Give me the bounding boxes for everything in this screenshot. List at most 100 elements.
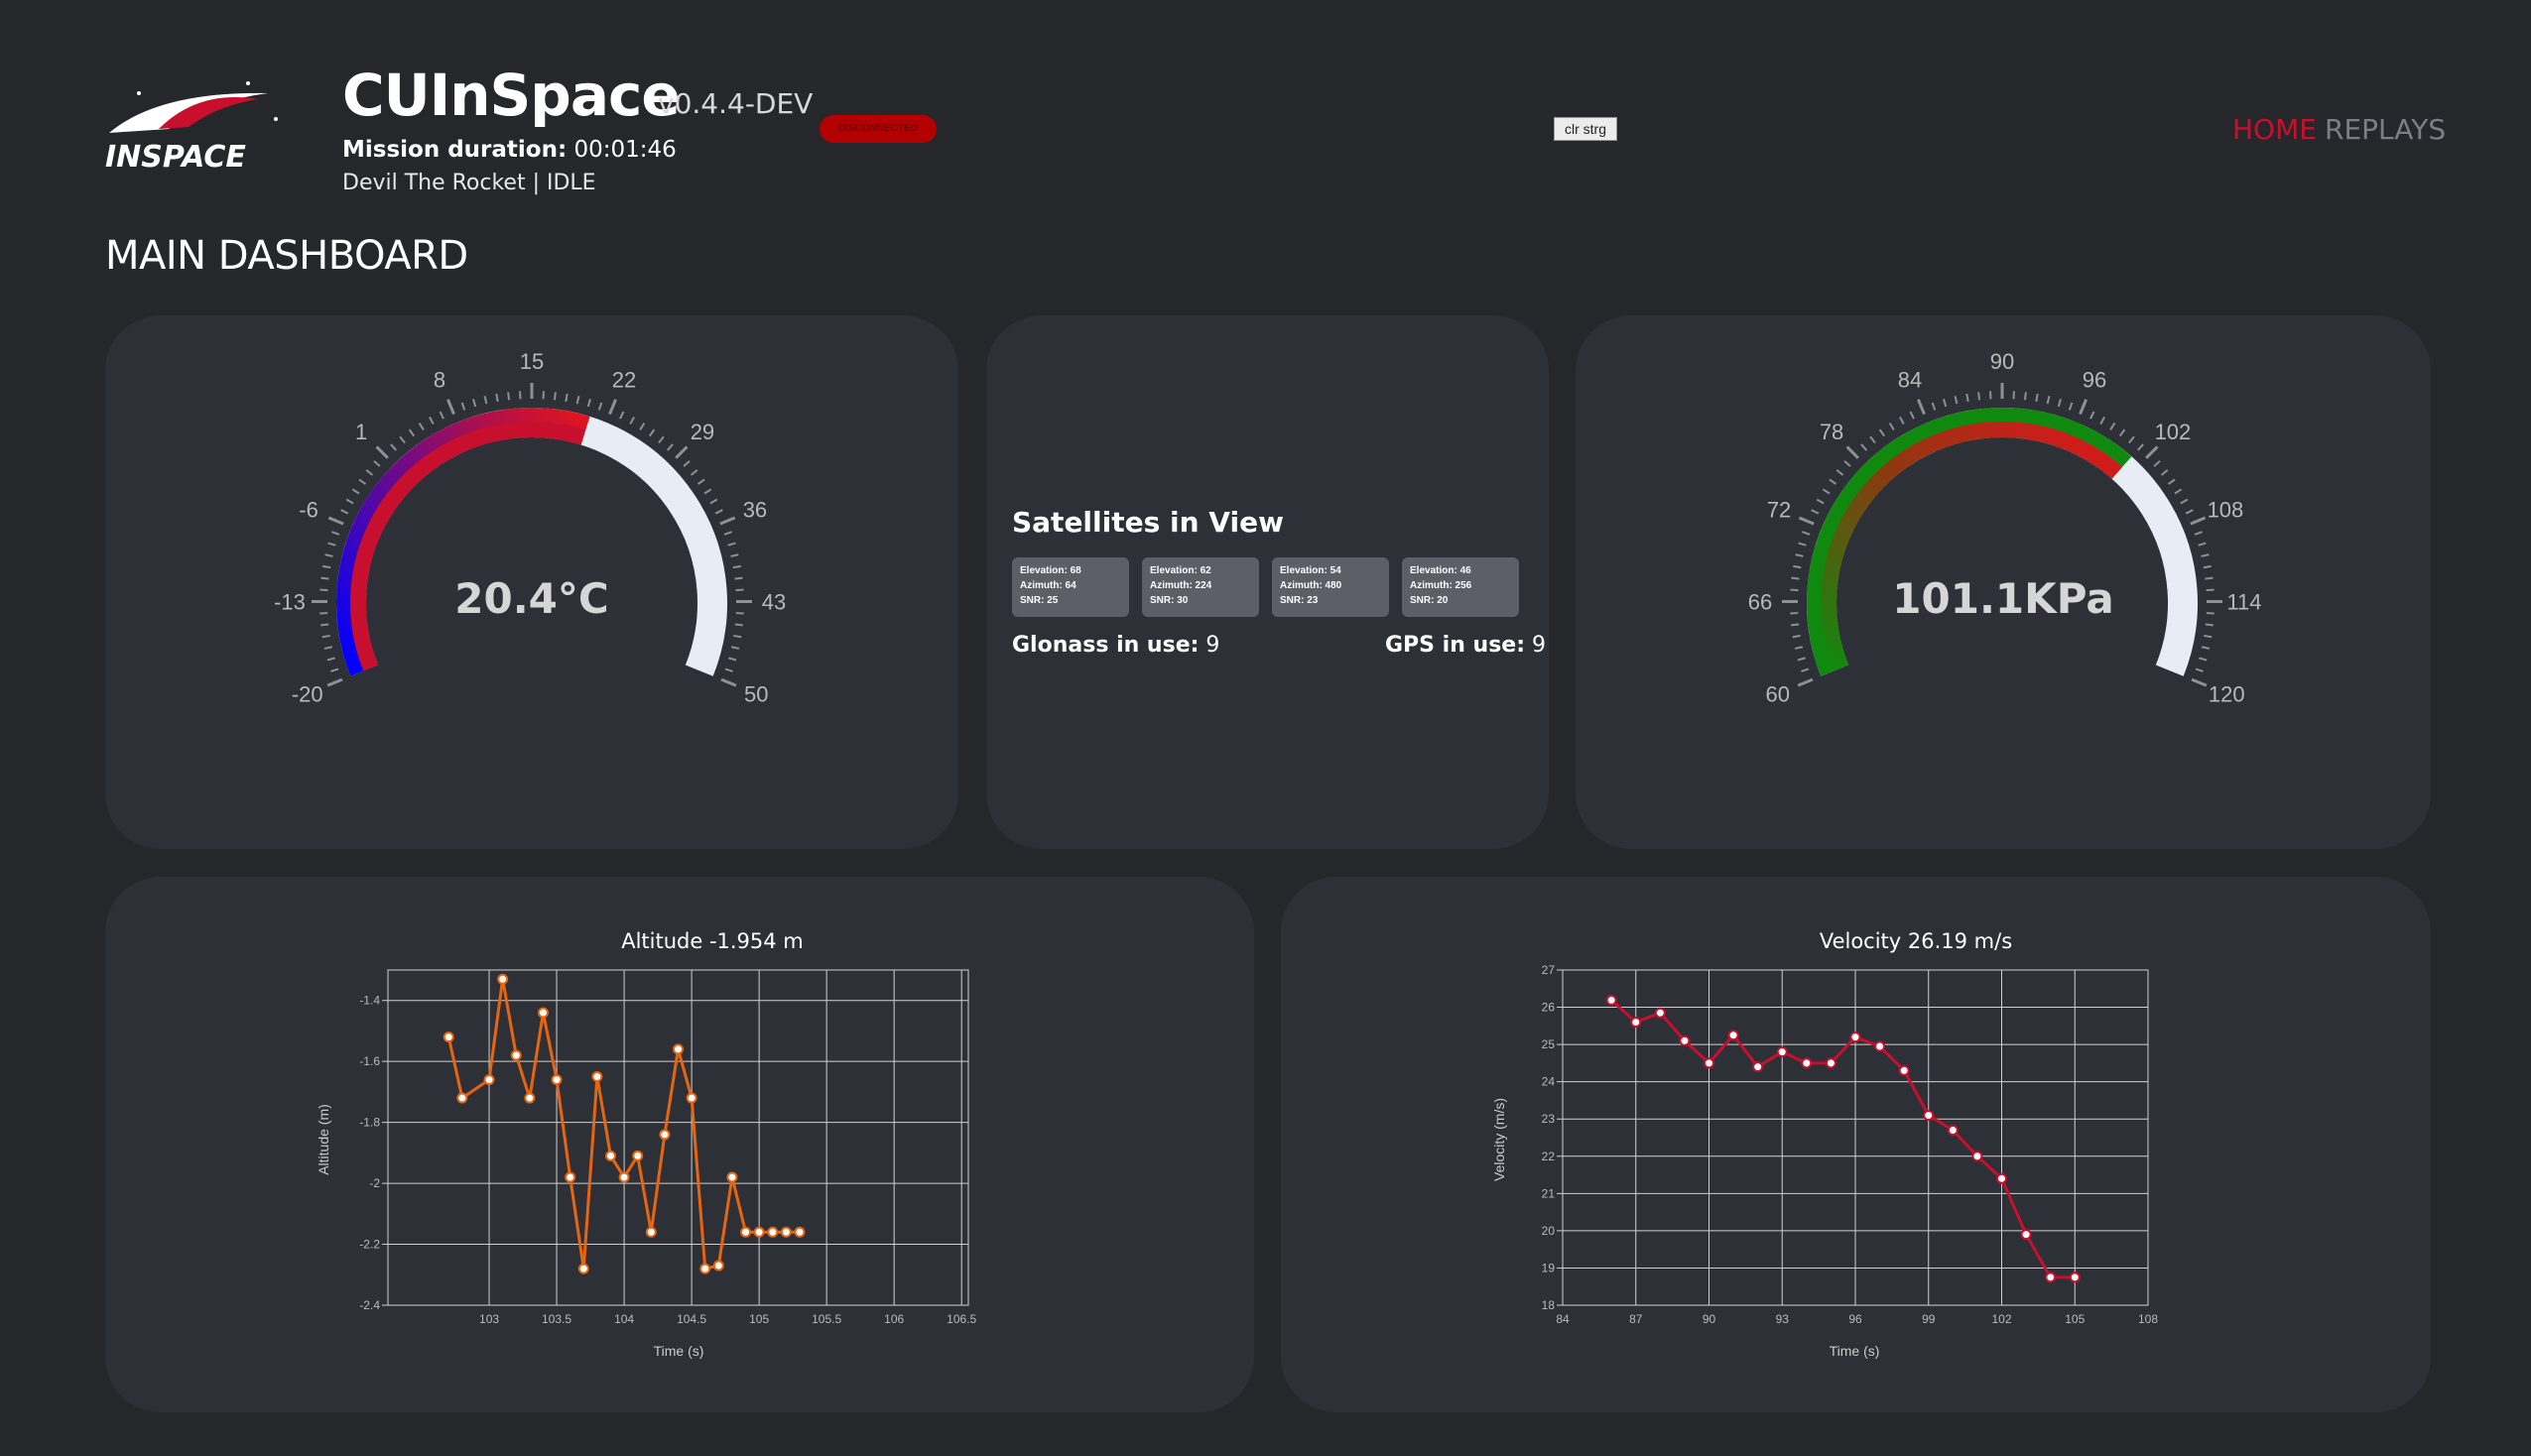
gauge-tick-label: 29 (691, 420, 714, 444)
satellite-elevation: Elevation: 54 (1280, 565, 1341, 576)
data-point (794, 1226, 806, 1238)
velocity-chart: Velocity 26.19 m/s Time (s) Velocity (m/… (1491, 929, 2158, 1359)
gauge-minor-tick (373, 460, 381, 467)
x-tick-label: 105 (749, 1312, 769, 1326)
y-tick-label: -1.6 (359, 1054, 380, 1068)
x-tick-label: 104.5 (677, 1312, 706, 1326)
y-tick-label: -2 (369, 1176, 380, 1190)
gauge-minor-tick (553, 392, 557, 401)
gauge-minor-tick (2068, 402, 2074, 411)
data-point (1704, 1057, 1714, 1069)
gauge-minor-tick (429, 416, 435, 425)
gauge-minor-tick (2023, 392, 2027, 401)
data-point (1947, 1124, 1959, 1136)
gauge-minor-tick (418, 422, 425, 430)
clear-storage-button[interactable]: clr strg (1554, 117, 1617, 141)
data-point (1996, 1172, 2007, 1184)
gauge-minor-tick (586, 399, 591, 408)
gauge-major-tick (608, 399, 617, 416)
mission-duration-label: Mission duration: (342, 137, 568, 163)
gauge-minor-tick (575, 396, 580, 405)
gauge-tick-label: 1 (355, 420, 367, 444)
gauge-minor-tick (2194, 531, 2203, 536)
data-point (1630, 1017, 1642, 1029)
temperature-value: 20.4°C (454, 574, 608, 623)
data-point (712, 1260, 724, 1272)
gauge-minor-tick (2201, 646, 2211, 650)
gauge-minor-tick (345, 498, 354, 505)
gauge-major-tick (719, 516, 736, 526)
satellite-item: Elevation: 62 Azimuth: 224 SNR: 30 (1142, 557, 1259, 617)
data-point (1679, 1034, 1691, 1046)
data-point (753, 1226, 765, 1238)
gauge-minor-tick (724, 667, 733, 672)
data-point (524, 1092, 536, 1104)
gauge-minor-tick (2099, 416, 2105, 425)
gauge-minor-tick (734, 623, 743, 627)
gauge-tick-label: 36 (743, 497, 767, 522)
gauge-tick-label: -6 (299, 497, 318, 522)
data-point (780, 1226, 792, 1238)
gauge-minor-tick (734, 576, 743, 580)
gps-value: 9 (1532, 633, 1547, 658)
gauge-minor-tick (2089, 411, 2095, 420)
gauge-minor-tick (439, 411, 444, 420)
gauge-minor-tick (1931, 402, 1937, 411)
gauge-minor-tick (730, 553, 739, 557)
gauge-minor-tick (1801, 667, 1810, 672)
x-tick-label: 103 (479, 1312, 499, 1326)
data-point (1752, 1061, 1764, 1073)
x-tick-label: 99 (1922, 1312, 1936, 1326)
data-point (726, 1171, 738, 1183)
data-point (537, 1007, 549, 1019)
gauge-minor-tick (483, 396, 488, 405)
gauge-tick-label: 43 (762, 589, 786, 614)
gauge-minor-tick (2035, 393, 2039, 403)
gauge-minor-tick (2199, 657, 2208, 662)
gauge-major-tick (2190, 516, 2207, 526)
gauge-minor-tick (320, 623, 329, 627)
y-tick-label: 21 (1542, 1186, 1556, 1200)
data-point (497, 973, 509, 985)
data-point (686, 1092, 697, 1104)
app-title: CUInSpace (342, 61, 681, 129)
gauge-minor-tick (565, 393, 569, 403)
data-point (1776, 1046, 1788, 1058)
gauge-minor-tick (2128, 435, 2135, 444)
gauge-tick-label: 66 (1748, 589, 1772, 614)
gauge-minor-tick (709, 498, 718, 505)
data-point (767, 1226, 779, 1238)
gauge-minor-tick (390, 443, 397, 451)
satellite-snr: SNR: 20 (1410, 595, 1449, 606)
data-point (740, 1226, 752, 1238)
page-title: MAIN DASHBOARD (105, 233, 468, 279)
satellite-azimuth: Azimuth: 256 (1410, 580, 1472, 591)
nav-home-link[interactable]: HOME (2232, 113, 2317, 146)
gauge-minor-tick (365, 469, 374, 476)
x-tick-label: 105.5 (812, 1312, 841, 1326)
gauge-minor-tick (648, 428, 656, 437)
gauge-minor-tick (1816, 498, 1825, 505)
gauge-major-tick (675, 445, 689, 459)
gauge-tick-label: 72 (1767, 497, 1791, 522)
gauge-minor-tick (723, 531, 732, 536)
satellite-azimuth: Azimuth: 224 (1150, 580, 1212, 591)
gauge-minor-tick (326, 657, 335, 662)
x-tick-label: 102 (1991, 1312, 2011, 1326)
gauge-tick-label: 15 (520, 349, 544, 374)
data-point (591, 1071, 603, 1083)
gauge-minor-tick (597, 402, 603, 411)
gauge-tick-label: 120 (2209, 681, 2245, 706)
chart-title: Velocity 26.19 m/s (1820, 929, 2012, 953)
nav-replays-link[interactable]: REPLAYS (2325, 113, 2446, 146)
gauge-minor-tick (408, 428, 416, 437)
x-tick-label: 103.5 (542, 1312, 571, 1326)
gauge-minor-tick (1793, 564, 1802, 569)
gauge-minor-tick (2180, 498, 2189, 505)
gauge-minor-tick (1811, 509, 1820, 515)
x-tick-label: 104 (614, 1312, 634, 1326)
gauge-minor-tick (324, 553, 333, 557)
y-tick-label: 22 (1542, 1150, 1556, 1163)
gauge-minor-tick (2205, 623, 2214, 627)
app-logo: INSPACE (99, 71, 308, 181)
